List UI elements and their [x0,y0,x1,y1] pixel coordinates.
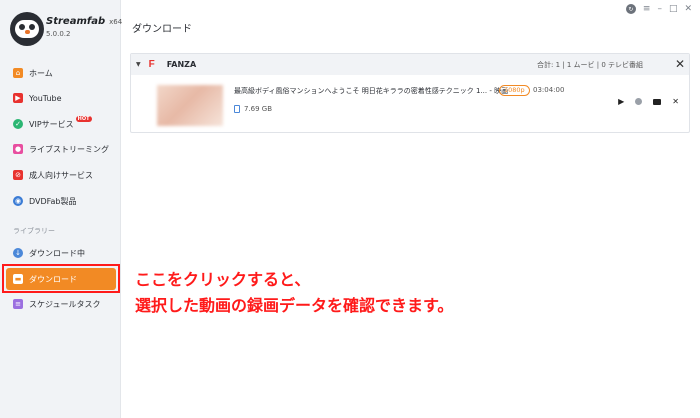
record-icon[interactable] [635,98,643,105]
page-title: ダウンロード [132,24,192,35]
maximize-icon[interactable]: □ [669,4,678,14]
item-actions: ▶ ✕ [618,97,679,106]
sidebar-item-schedule[interactable]: ≡ スケジュールタスク [0,293,121,315]
update-icon[interactable]: ↻ [625,4,636,14]
highlight-box [2,264,120,293]
minimize-icon[interactable]: – [657,4,662,14]
annotation-line-2: 選択した動画の録画データを確認できます。 [135,296,454,315]
sidebar-item-live[interactable]: ● ライブストリーミング [0,138,121,160]
sidebar-item-label: DVDFab製品 [29,196,77,206]
sidebar-item-youtube[interactable]: ▶ YouTube [0,87,121,109]
sidebar-item-home[interactable]: ⌂ ホーム [0,62,121,84]
sidebar-item-label: ダウンロード中 [29,248,85,258]
sidebar-item-adult[interactable]: ⊘ 成人向けサービス [0,164,121,186]
close-icon[interactable]: ✕ [684,4,692,14]
sidebar-item-dvdfab[interactable]: ◉ DVDFab製品 [0,190,121,212]
adult-icon: ⊘ [13,170,23,180]
live-icon: ● [13,144,23,154]
hot-badge: HOT [75,116,92,122]
open-folder-icon[interactable] [653,98,662,105]
group-stats: 合計: 1 | 1 ムービ | 0 テレビ番組 [536,61,643,69]
vip-icon: ✓ [13,119,23,129]
downloading-icon: ↓ [13,248,23,258]
collapse-caret-icon[interactable]: ▼ [136,61,141,68]
app-name: Streamfab x64 [46,16,123,27]
group-close-icon[interactable]: ✕ [675,57,685,71]
file-icon [234,105,240,113]
play-icon[interactable]: ▶ [618,97,624,106]
schedule-icon: ≡ [13,299,23,309]
video-duration: 03:04:00 [533,86,565,94]
app-arch: x64 [109,18,123,26]
video-thumbnail[interactable] [157,85,223,126]
sidebar-item-downloading[interactable]: ↓ ダウンロード中 [0,242,121,264]
group-header[interactable]: ▼ F FANZA 合計: 1 | 1 ムービ | 0 テレビ番組 ✕ [131,54,689,75]
video-title: 最高級ボディ風俗マンションへようこそ 明日花キララの密着性感テクニック 1...… [234,87,509,95]
sidebar-item-vip[interactable]: ✓ VIPサービス HOT [0,113,121,135]
sidebar-item-label: スケジュールタスク [29,299,101,309]
file-size: 7.69 GB [234,105,272,113]
fanza-logo-icon: F [148,59,155,70]
annotation-line-1: ここをクリックすると、 [135,270,311,289]
window-controls: ↻ ≡ – □ ✕ [625,4,692,14]
sidebar-item-label: VIPサービス [29,119,74,129]
dvdfab-icon: ◉ [13,196,23,206]
home-icon: ⌂ [13,68,23,78]
sidebar-item-label: 成人向けサービス [29,170,93,180]
library-section-label: ライブラリー [13,227,55,235]
download-group: ▼ F FANZA 合計: 1 | 1 ムービ | 0 テレビ番組 ✕ 最高級ボ… [130,53,690,133]
group-name: FANZA [166,60,197,69]
streamfab-logo [10,12,44,46]
sidebar-item-label: ホーム [29,68,53,78]
sidebar-item-label: YouTube [29,93,62,103]
file-size-value: 7.69 GB [244,105,273,113]
app-version: 5.0.0.2 [46,30,71,38]
sidebar-item-label: ライブストリーミング [29,144,109,154]
quality-badge: 1080p [499,85,530,96]
youtube-icon: ▶ [13,93,23,103]
menu-icon[interactable]: ≡ [643,4,651,14]
delete-icon[interactable]: ✕ [672,97,679,106]
sidebar: Streamfab x64 5.0.0.2 ⌂ ホーム ▶ YouTube ✓ V… [0,0,123,418]
